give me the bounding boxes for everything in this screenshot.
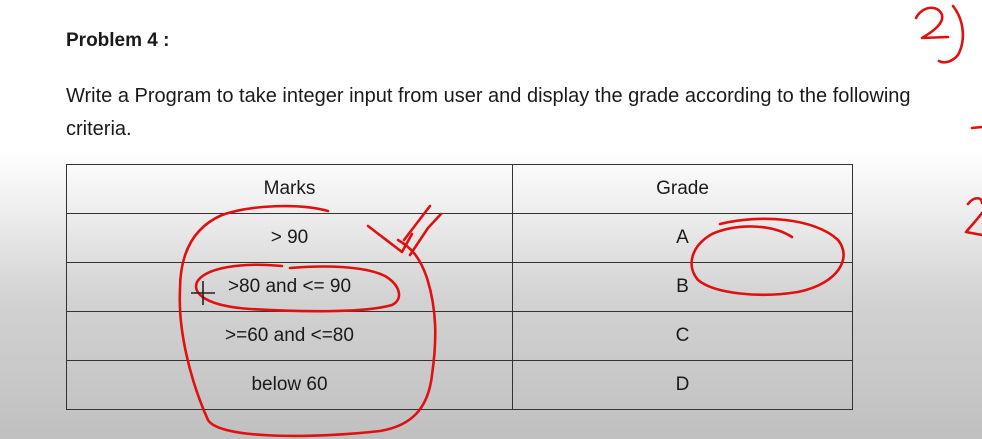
marks-cell: >80 and <= 90 bbox=[66, 262, 513, 312]
table-row: >80 and <= 90 B bbox=[66, 262, 853, 312]
marks-cell: > 90 bbox=[66, 213, 513, 263]
table-row: > 90 A bbox=[66, 213, 853, 263]
problem-statement: Write a Program to take integer input fr… bbox=[66, 85, 911, 140]
ink-margin-numeral-bottom bbox=[964, 196, 982, 237]
marks-column-header: Marks bbox=[66, 164, 513, 214]
ink-margin-dash bbox=[970, 125, 982, 130]
grade-cell: B bbox=[512, 262, 853, 312]
grade-criteria-table: Marks Grade > 90 A >80 and <= 90 B >=60 … bbox=[66, 164, 853, 410]
document-page: Problem 4 : Write a Program to take inte… bbox=[0, 0, 982, 439]
marks-cell: below 60 bbox=[66, 360, 513, 410]
table-row: below 60 D bbox=[66, 360, 853, 410]
marks-cell: >=60 and <=80 bbox=[66, 311, 513, 361]
problem-title: Problem 4 : bbox=[66, 30, 170, 51]
grade-cell: D bbox=[512, 360, 853, 410]
grade-column-header: Grade bbox=[512, 164, 853, 214]
ink-margin-numeral-top bbox=[914, 4, 965, 64]
table-row: >=60 and <=80 C bbox=[66, 311, 853, 361]
table-header-row: Marks Grade bbox=[66, 164, 853, 214]
grade-cell: C bbox=[512, 311, 853, 361]
grade-cell: A bbox=[512, 213, 853, 263]
